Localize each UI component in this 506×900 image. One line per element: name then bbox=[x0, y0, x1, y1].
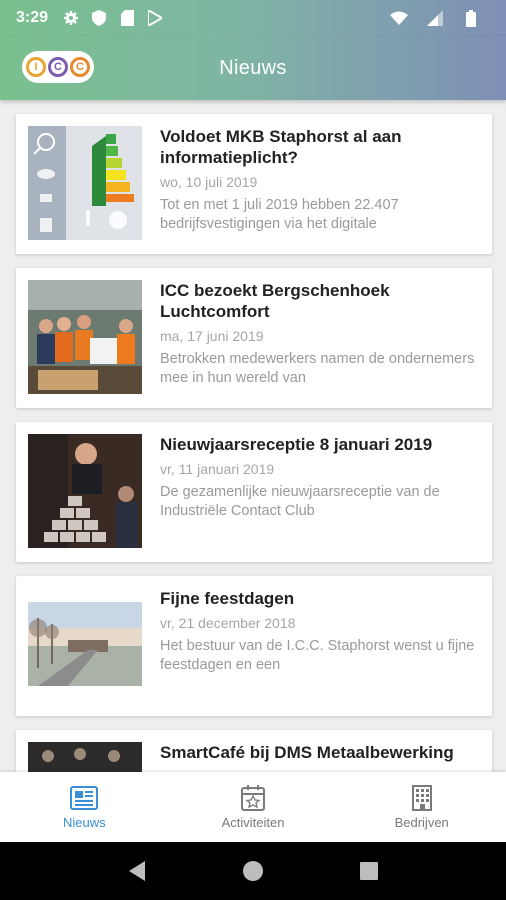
news-card[interactable]: SmartCafé bij DMS Metaalbewerking bbox=[16, 730, 492, 772]
nav-item-nieuws[interactable]: Nieuws bbox=[0, 772, 169, 842]
news-title: Nieuwjaarsreceptie 8 januari 2019 bbox=[160, 435, 433, 454]
wifi-icon bbox=[390, 9, 408, 27]
news-date: wo, 10 juli 2019 bbox=[160, 174, 258, 190]
shield-icon bbox=[90, 9, 108, 27]
play-store-icon bbox=[146, 9, 164, 27]
news-card[interactable]: Voldoet MKB Staphorst al aan informatiep… bbox=[16, 114, 492, 254]
news-thumbnail-smartcafe bbox=[28, 742, 142, 772]
news-title: ICC bezoekt Bergschenhoek Luchtcomfort bbox=[160, 281, 390, 321]
news-list[interactable]: Voldoet MKB Staphorst al aan informatiep… bbox=[0, 100, 506, 772]
nav-label: Nieuws bbox=[63, 815, 106, 830]
home-icon[interactable] bbox=[242, 860, 264, 882]
news-excerpt: De gezamenlijke nieuwjaarsreceptie van d… bbox=[160, 484, 440, 519]
news-card[interactable]: ICC bezoekt Bergschenhoek Luchtcomfort m… bbox=[16, 268, 492, 408]
nav-label: Bedrijven bbox=[394, 815, 449, 830]
news-card[interactable]: Fijne feestdagen vr, 21 december 2018 He… bbox=[16, 576, 492, 716]
recents-icon[interactable] bbox=[359, 861, 379, 881]
news-thumbnail-winter-road bbox=[28, 588, 142, 702]
news-thumbnail-champagne-tower bbox=[28, 434, 142, 548]
settings-icon bbox=[62, 9, 80, 27]
system-navigation-bar bbox=[0, 842, 506, 900]
news-excerpt: Tot en met 1 juli 2019 hebben 22.407 bed… bbox=[160, 197, 399, 232]
status-time: 3:29 bbox=[16, 9, 49, 26]
news-card[interactable]: Nieuwjaarsreceptie 8 januari 2019 vr, 11… bbox=[16, 422, 492, 562]
news-thumbnail-group-photo bbox=[28, 280, 142, 394]
news-thumbnail-energy-label bbox=[28, 126, 142, 240]
nav-item-bedrijven[interactable]: Bedrijven bbox=[337, 772, 506, 842]
nav-item-activiteiten[interactable]: Activiteiten bbox=[169, 772, 338, 842]
building-icon bbox=[411, 785, 432, 811]
nav-label: Activiteiten bbox=[221, 815, 285, 830]
sd-card-icon bbox=[118, 9, 136, 27]
back-icon[interactable] bbox=[127, 860, 147, 882]
bottom-navigation: Nieuws Activiteiten Bedrijven bbox=[0, 772, 506, 842]
news-title: Fijne feestdagen bbox=[160, 589, 295, 608]
app-bar: I C C Nieuws bbox=[0, 36, 506, 100]
battery-icon bbox=[462, 9, 480, 27]
news-date: vr, 21 december 2018 bbox=[160, 615, 296, 631]
page-title: Nieuws bbox=[219, 56, 287, 79]
news-date: vr, 11 januari 2019 bbox=[160, 461, 275, 477]
news-icon bbox=[70, 786, 99, 810]
news-title: Voldoet MKB Staphorst al aan informatiep… bbox=[160, 127, 402, 167]
news-excerpt: Betrokken medewerkers namen de onderneme… bbox=[160, 351, 475, 386]
news-excerpt: Het bestuur van de I.C.C. Staphorst wens… bbox=[160, 638, 475, 673]
status-bar: 3:29 bbox=[0, 0, 506, 36]
news-title: SmartCafé bij DMS Metaalbewerking bbox=[160, 743, 454, 762]
news-date: ma, 17 juni 2019 bbox=[160, 328, 264, 344]
signal-icon bbox=[426, 9, 444, 27]
calendar-icon bbox=[241, 785, 265, 811]
